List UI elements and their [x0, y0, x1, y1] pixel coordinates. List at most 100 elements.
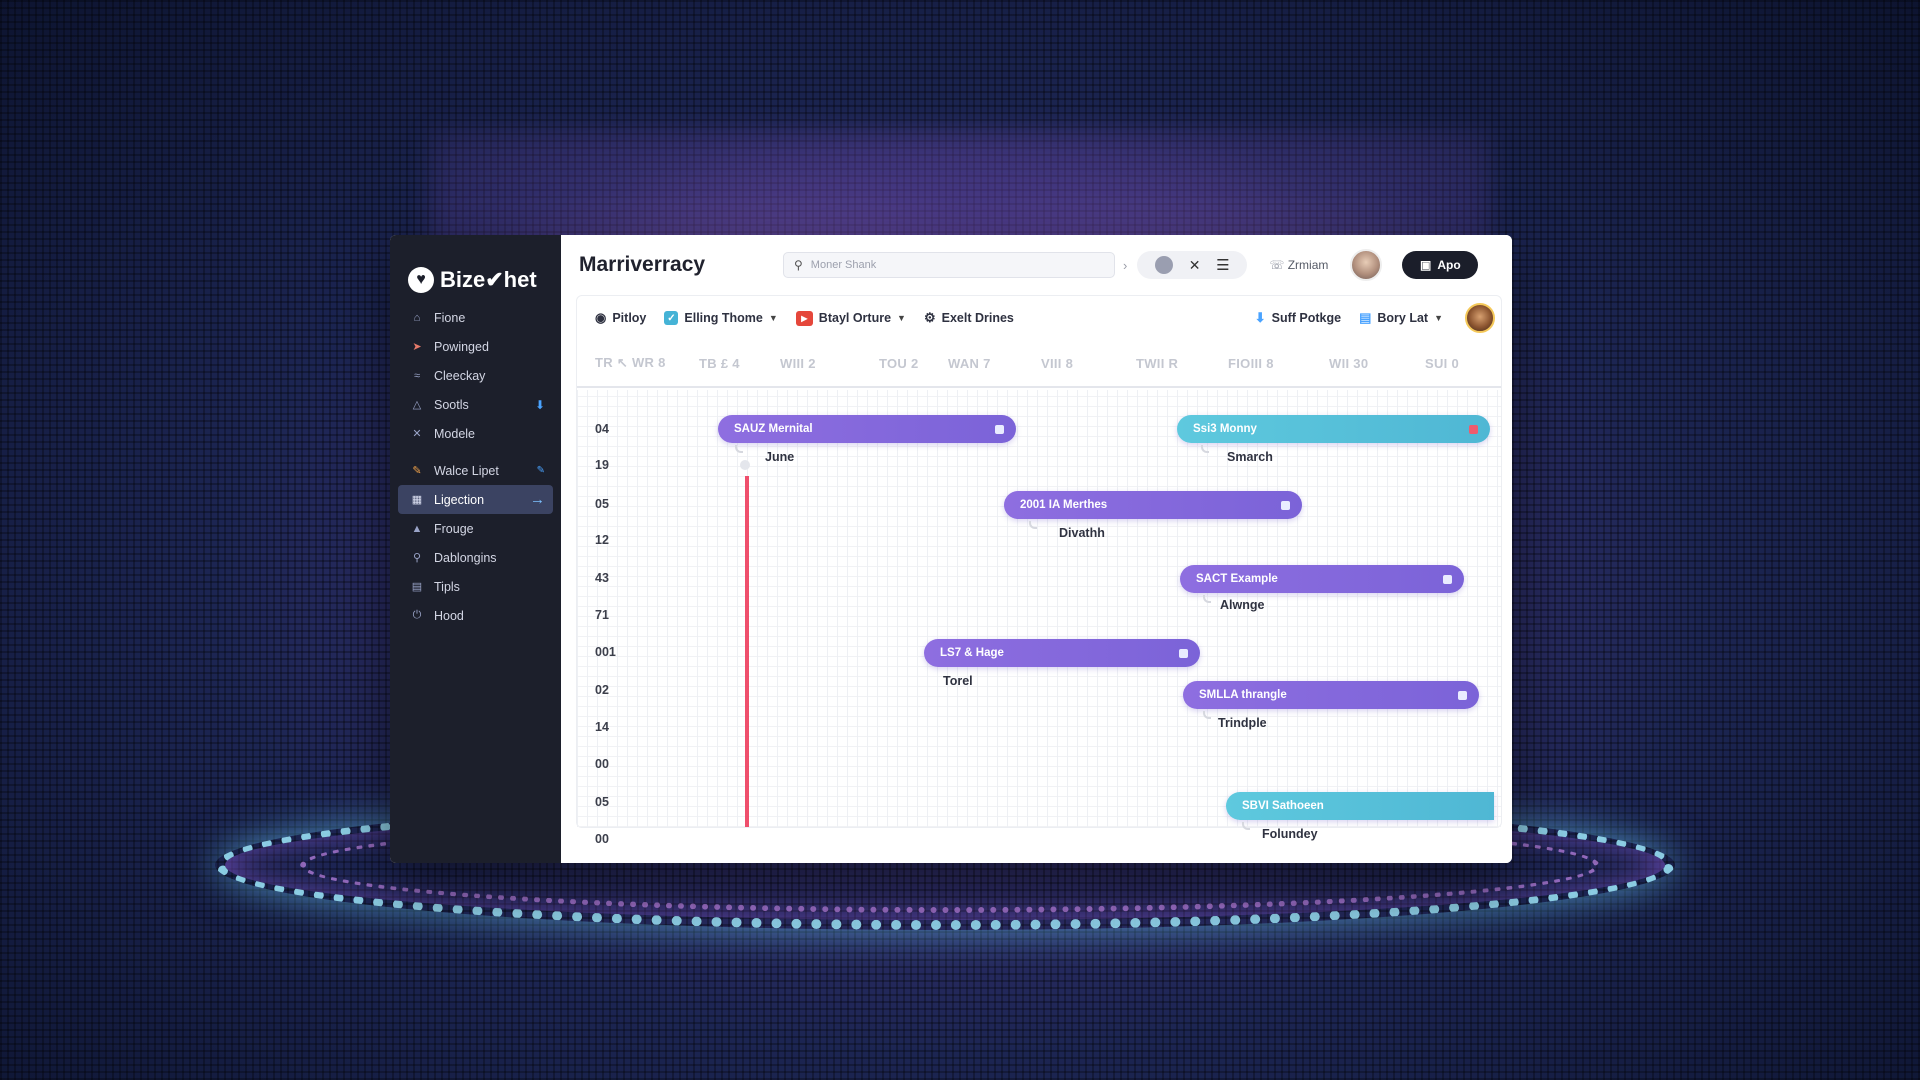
task-label: SACT Example [1196, 573, 1278, 585]
book-icon: ▤ [411, 581, 423, 593]
today-line [745, 476, 749, 827]
task-label: 2001 IA Merthes [1020, 499, 1108, 511]
task-bar[interactable]: SACT Example [1180, 565, 1464, 593]
document-icon: ▦ [411, 494, 423, 506]
column-label: VIII 8 [1041, 355, 1074, 371]
globe-icon: ◉ [595, 310, 607, 325]
menu-icon[interactable]: ☰ [1216, 256, 1229, 274]
check-icon: ✓ [664, 311, 679, 325]
column-label: TOU 2 [879, 355, 919, 371]
exelt-drines-button[interactable]: ⚙ Exelt Drines [924, 310, 1014, 326]
task-connector [1203, 711, 1211, 719]
top-bar: Marriverracy ⚲ Moner Shank › ✕ ☰ ☏ Zrmia… [561, 235, 1512, 295]
rocket-icon: ➤ [412, 341, 422, 353]
toolbar-right: ⬇ Suff Potkge ▤ Bory Lat ▼ [1255, 303, 1501, 333]
bag-icon: ▲ [411, 522, 423, 535]
sidebar-item-tipls[interactable]: ▤ Tipls [398, 572, 553, 601]
home-icon: ⌂ [413, 311, 421, 324]
task-bar[interactable]: Ssi3 Monny [1177, 415, 1490, 443]
view-toolbar: ◉ Pitloy ✓ Elling Thome ▼ ▶ Btayl Orture… [577, 296, 1501, 340]
search-placeholder: Moner Shank [810, 259, 877, 271]
user-name[interactable]: ☏ Zrmiam [1269, 258, 1328, 272]
row-label: 00 [595, 757, 609, 771]
elling-thome-dropdown[interactable]: ✓ Elling Thome ▼ [664, 311, 778, 325]
sidebar-item-label: Powinged [434, 339, 489, 354]
pencil-icon: ✎ [412, 465, 422, 477]
flag-icon[interactable] [1469, 424, 1478, 434]
column-label: TB £ 4 [699, 355, 740, 371]
task-sublabel: Smarch [1227, 450, 1273, 464]
row-label: 001 [595, 645, 616, 659]
pitloy-button[interactable]: ◉ Pitloy [595, 310, 646, 326]
task-bar[interactable]: SAUZ Mernital [718, 415, 1016, 443]
toolbar-controls: ✕ ☰ [1137, 251, 1248, 279]
power-icon: ⏻ [412, 609, 422, 621]
task-sublabel: June [765, 450, 795, 464]
sidebar-item-label: Walce Lipet [434, 463, 499, 478]
search-input[interactable]: ⚲ Moner Shank [783, 252, 1115, 278]
play-icon: ▶ [795, 310, 813, 326]
task-bar[interactable]: SBVI Sathoeen [1226, 792, 1494, 820]
caret-down-icon: ▼ [897, 313, 906, 323]
search-icon: ⚲ [794, 258, 803, 272]
column-label: WAN 7 [948, 355, 991, 371]
heart-logo-icon: ♥ [408, 267, 434, 293]
task-end-handle[interactable] [1281, 500, 1290, 510]
circle-icon[interactable] [1155, 256, 1174, 274]
task-end-handle[interactable] [1443, 574, 1452, 584]
bory-lat-dropdown[interactable]: ▤ Bory Lat ▼ [1359, 310, 1443, 326]
sidebar-item-dablongins[interactable]: ⚲ Dablongins [398, 543, 553, 572]
sidebar-item-walce-lipet[interactable]: ✎ Walce Lipet ✎ [398, 456, 553, 485]
timeline-card: ◉ Pitloy ✓ Elling Thome ▼ ▶ Btayl Orture… [576, 295, 1502, 846]
exelt-drines-label: Exelt Drines [941, 311, 1014, 325]
sidebar-item-powinged[interactable]: ➤ Powinged [398, 332, 553, 361]
suff-potkge-button[interactable]: ⬇ Suff Potkge [1255, 310, 1341, 326]
avatar[interactable] [1465, 303, 1495, 333]
task-label: SMLLA thrangle [1199, 689, 1287, 701]
sidebar: ♥ Bize✔het ⌂ Fione ➤ Powinged ≈ Cleeckay… [390, 235, 561, 863]
task-label: SAUZ Mernital [734, 423, 813, 435]
sidebar-item-cleeckay[interactable]: ≈ Cleeckay [398, 361, 553, 390]
task-bar[interactable]: SMLLA thrangle [1183, 681, 1479, 709]
edit-icon[interactable]: ✎ [537, 465, 545, 476]
sidebar-item-label: Ligection [434, 492, 485, 507]
sidebar-item-frouge[interactable]: ▲ Frouge [398, 514, 553, 543]
sidebar-item-label: Cleeckay [434, 368, 486, 383]
sidebar-item-fione[interactable]: ⌂ Fione [398, 303, 553, 332]
sidebar-item-sootls[interactable]: △ Sootls ⬇ [398, 390, 553, 419]
task-end-handle[interactable] [1179, 648, 1188, 658]
avatar[interactable] [1350, 249, 1383, 281]
sidebar-item-ligection[interactable]: ▦ Ligection → [398, 485, 553, 514]
row-label: 12 [595, 533, 609, 547]
btayl-orture-dropdown[interactable]: ▶ Btayl Orture ▼ [795, 310, 906, 326]
brand[interactable]: ♥ Bize✔het [390, 235, 561, 303]
sidebar-item-modele[interactable]: ✕ Modele [398, 419, 553, 448]
user-name-label: Zrmiam [1287, 258, 1329, 272]
row-label: 05 [595, 497, 609, 511]
column-label: TWII R [1136, 355, 1179, 371]
download-icon[interactable]: ⬇ [535, 398, 545, 412]
pin-icon: ⚲ [412, 552, 422, 564]
caret-down-icon: ▼ [1434, 313, 1443, 323]
task-connector [1201, 445, 1209, 453]
task-bar[interactable]: 2001 IA Merthes [1004, 491, 1302, 519]
task-sublabel: Torel [943, 674, 973, 688]
task-bar[interactable]: LS7 & Hage [924, 639, 1200, 667]
chevron-right-icon[interactable]: › [1123, 258, 1127, 273]
task-end-handle[interactable] [1458, 690, 1467, 700]
gear-icon: ⚙ [923, 310, 936, 325]
task-end-handle[interactable] [995, 424, 1004, 434]
task-connector [1203, 595, 1211, 603]
close-icon[interactable]: ✕ [1189, 257, 1201, 274]
task-sublabel: Trindple [1218, 716, 1267, 730]
row-label: 04 [595, 422, 609, 436]
camera-icon: ▣ [1420, 258, 1432, 272]
chart-icon: ▤ [1359, 310, 1372, 325]
main-panel: Marriverracy ⚲ Moner Shank › ✕ ☰ ☏ Zrmia… [561, 235, 1512, 863]
column-label: TR ↖ WR 8 [595, 355, 666, 370]
app-button[interactable]: ▣ Apo [1402, 251, 1479, 279]
app-button-label: Apo [1437, 258, 1461, 272]
column-label: WIII 2 [780, 355, 816, 371]
arrow-right-icon: → [530, 491, 545, 508]
sidebar-item-hood[interactable]: ⏻ Hood [398, 601, 553, 630]
